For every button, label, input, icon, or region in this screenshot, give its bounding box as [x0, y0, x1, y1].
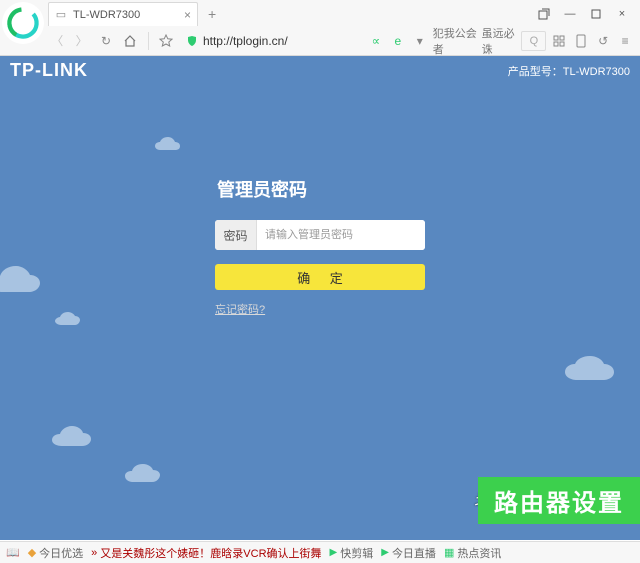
- status-item-4[interactable]: ▶今日直播: [381, 545, 436, 561]
- cloud-icon: [155, 136, 195, 154]
- window-close-icon[interactable]: ×: [610, 4, 634, 24]
- window-popout-icon[interactable]: [532, 4, 556, 24]
- brand-logo: TP-LINK: [10, 60, 88, 81]
- status-item-1[interactable]: ◆今日优选: [28, 545, 83, 561]
- status-news-link[interactable]: » 又是关魏彤这个婊砸！鹿晗录VCR确认上街舞: [91, 545, 321, 561]
- browser-titlebar: ▭ TL-WDR7300 × + — ×: [0, 0, 640, 26]
- browser-tab[interactable]: ▭ TL-WDR7300 ×: [48, 2, 198, 26]
- share-icon[interactable]: ∝: [367, 30, 385, 52]
- cloud-icon: [55, 312, 91, 328]
- forgot-password-link[interactable]: 忘记密码?: [215, 304, 265, 316]
- toolbar-text-2: 虽远必诛: [482, 25, 518, 57]
- new-tab-button[interactable]: +: [204, 2, 220, 26]
- cloud-icon: [0, 266, 70, 298]
- status-item-3[interactable]: ▶快剪辑: [330, 545, 374, 561]
- apps-icon[interactable]: [550, 30, 568, 52]
- toolbar-separator: [148, 32, 149, 50]
- submit-button[interactable]: 确 定: [215, 264, 425, 290]
- cloud-icon: [52, 426, 108, 450]
- password-label: 密码: [215, 220, 257, 250]
- nav-home-icon[interactable]: [121, 30, 139, 52]
- overlay-badge: 路由器设置: [478, 477, 640, 524]
- login-panel: 管理员密码 密码 确 定 忘记密码?: [215, 176, 425, 318]
- password-row: 密码: [215, 220, 425, 250]
- dropdown-icon[interactable]: ▾: [411, 30, 429, 52]
- cloud-icon: [565, 356, 635, 386]
- tab-title: TL-WDR7300: [73, 9, 140, 21]
- status-bookmark-icon[interactable]: 📖: [6, 546, 20, 559]
- tab-close-icon[interactable]: ×: [184, 8, 191, 22]
- menu-icon[interactable]: ≡: [616, 30, 634, 52]
- toolbar-text-1: 犯我公会者: [433, 25, 478, 57]
- login-title: 管理员密码: [217, 176, 425, 202]
- browser-brand-icon: [2, 2, 44, 44]
- status-bar: 📖 ◆今日优选 » 又是关魏彤这个婊砸！鹿晗录VCR确认上街舞 ▶快剪辑 ▶今日…: [0, 541, 640, 563]
- browser-toolbar: 〈 〉 ↻ http://tplogin.cn/ ∝ e ▾ 犯我公会者 虽远必…: [0, 26, 640, 56]
- history-icon[interactable]: ↺: [594, 30, 612, 52]
- nav-reload-icon[interactable]: ↻: [97, 30, 115, 52]
- shield-icon: [185, 34, 199, 48]
- window-maximize-icon[interactable]: [584, 4, 608, 24]
- status-item-5[interactable]: ▦热点资讯: [444, 545, 501, 561]
- password-input[interactable]: [257, 220, 425, 250]
- mobile-icon[interactable]: [572, 30, 590, 52]
- address-bar[interactable]: http://tplogin.cn/: [181, 30, 361, 52]
- nav-forward-icon[interactable]: 〉: [72, 30, 90, 52]
- url-text: http://tplogin.cn/: [203, 34, 288, 48]
- page-content: TP-LINK 产品型号：TL-WDR7300 管理员密码 密码 确 定 忘记密…: [0, 56, 640, 540]
- search-input[interactable]: Q: [521, 31, 546, 51]
- nav-back-icon[interactable]: 〈: [48, 30, 66, 52]
- cloud-icon: [125, 464, 175, 486]
- window-minimize-icon[interactable]: —: [558, 4, 582, 24]
- favorite-star-icon[interactable]: [157, 30, 175, 52]
- browser-e-icon[interactable]: e: [389, 30, 407, 52]
- product-model: 产品型号：TL-WDR7300: [508, 63, 630, 79]
- file-icon: ▭: [55, 9, 67, 21]
